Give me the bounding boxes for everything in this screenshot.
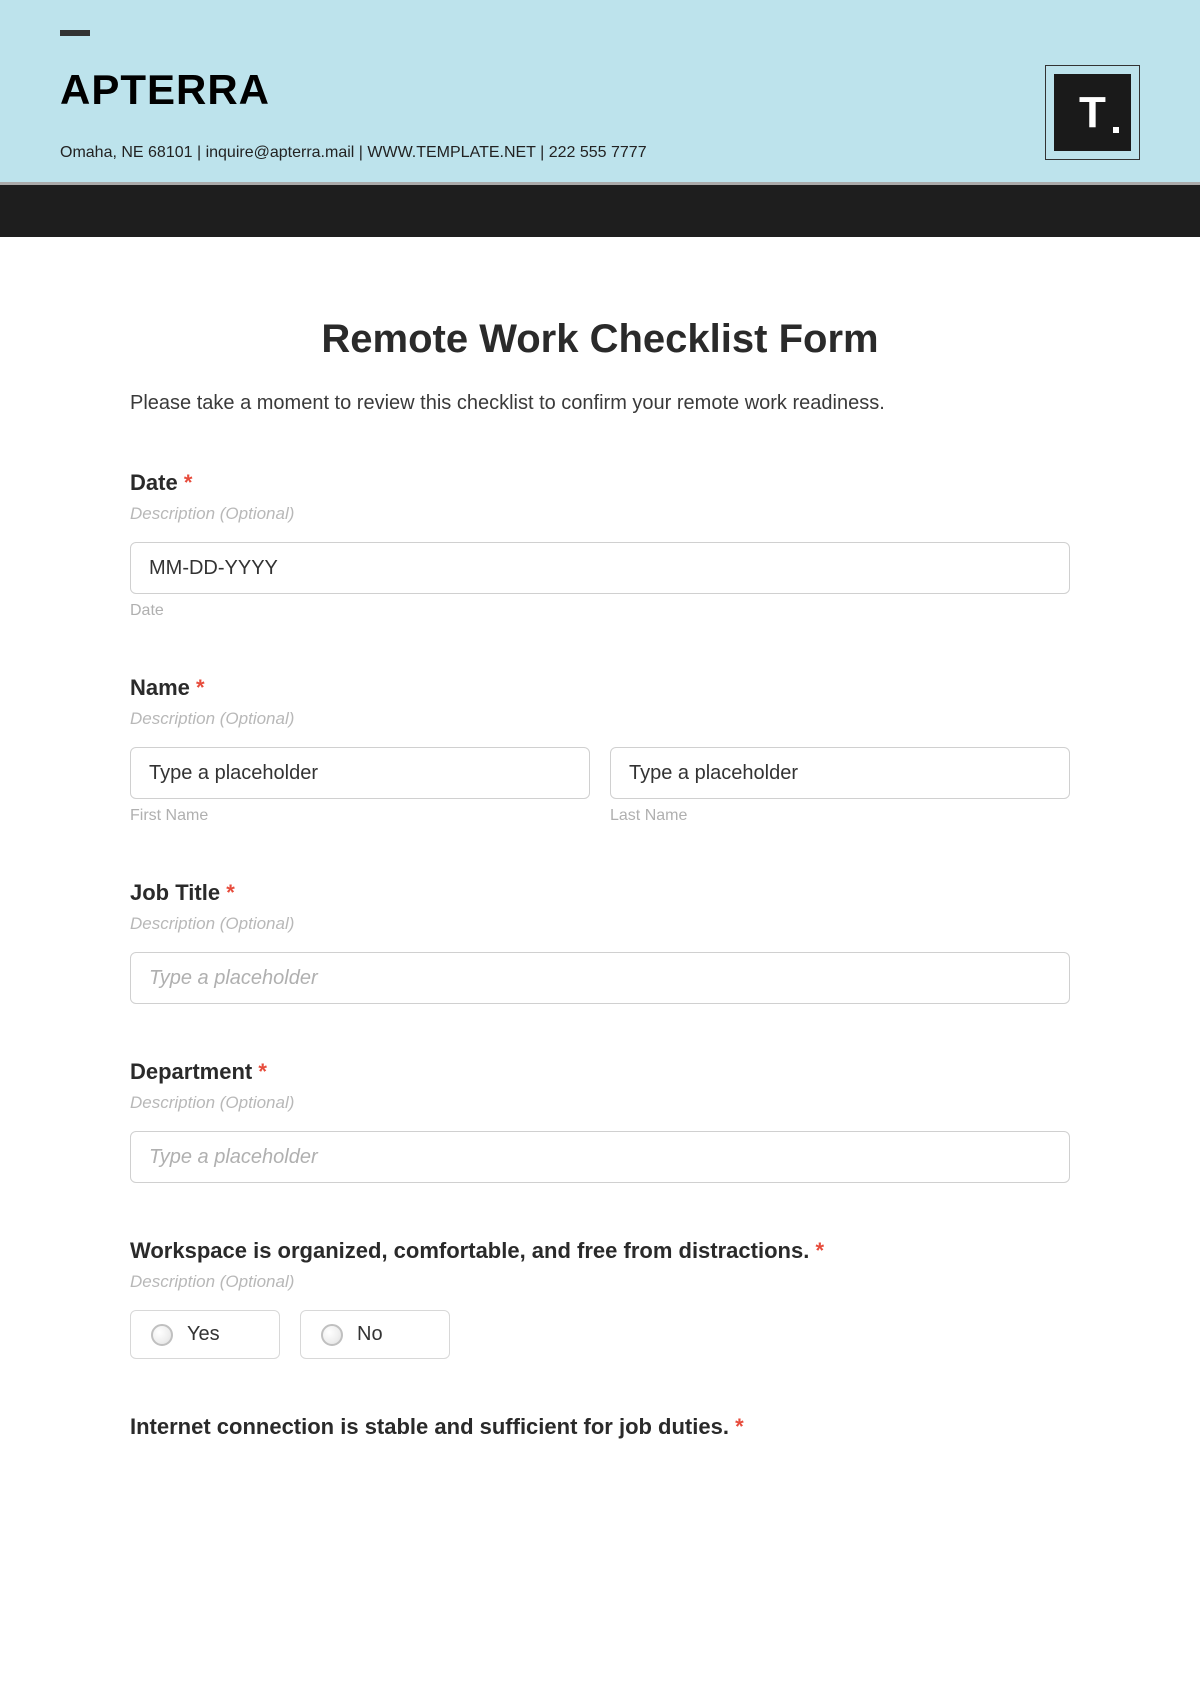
required-mark: * — [735, 1414, 744, 1439]
workspace-no-option[interactable]: No — [300, 1310, 450, 1359]
date-sublabel: Date — [130, 602, 1070, 620]
radio-icon — [321, 1324, 343, 1346]
name-row: First Name Last Name — [130, 747, 1070, 825]
form-container: Remote Work Checklist Form Please take a… — [0, 237, 1200, 1535]
header-accent-bar — [60, 30, 90, 36]
date-label: Date * — [130, 470, 1070, 496]
department-input[interactable] — [130, 1131, 1070, 1183]
radio-icon — [151, 1324, 173, 1346]
divider-bar — [0, 182, 1200, 237]
workspace-no-label: No — [357, 1323, 383, 1346]
form-title: Remote Work Checklist Form — [130, 317, 1070, 362]
workspace-subdesc: Description (Optional) — [130, 1272, 1070, 1292]
department-subdesc: Description (Optional) — [130, 1093, 1070, 1113]
workspace-yes-label: Yes — [187, 1323, 220, 1346]
jobtitle-label-text: Job Title — [130, 880, 220, 905]
field-workspace: Workspace is organized, comfortable, and… — [130, 1238, 1070, 1359]
workspace-label: Workspace is organized, comfortable, and… — [130, 1238, 1070, 1264]
field-date: Date * Description (Optional) Date — [130, 470, 1070, 620]
name-label-text: Name — [130, 675, 190, 700]
name-subdesc: Description (Optional) — [130, 709, 1070, 729]
department-label: Department * — [130, 1059, 1070, 1085]
last-name-col: Last Name — [610, 747, 1070, 825]
required-mark: * — [258, 1059, 267, 1084]
required-mark: * — [815, 1238, 824, 1263]
first-name-sublabel: First Name — [130, 807, 590, 825]
internet-label-text: Internet connection is stable and suffic… — [130, 1414, 729, 1439]
last-name-sublabel: Last Name — [610, 807, 1070, 825]
field-internet: Internet connection is stable and suffic… — [130, 1414, 1070, 1440]
date-label-text: Date — [130, 470, 178, 495]
jobtitle-label: Job Title * — [130, 880, 1070, 906]
jobtitle-subdesc: Description (Optional) — [130, 914, 1070, 934]
required-mark: * — [196, 675, 205, 700]
field-name: Name * Description (Optional) First Name… — [130, 675, 1070, 825]
field-department: Department * Description (Optional) — [130, 1059, 1070, 1183]
logo-box: T — [1045, 65, 1140, 160]
jobtitle-input[interactable] — [130, 952, 1070, 1004]
required-mark: * — [184, 470, 193, 495]
header: APTERRA Omaha, NE 68101 | inquire@apterr… — [0, 0, 1200, 182]
workspace-radio-row: Yes No — [130, 1310, 1070, 1359]
field-jobtitle: Job Title * Description (Optional) — [130, 880, 1070, 1004]
department-label-text: Department — [130, 1059, 252, 1084]
required-mark: * — [226, 880, 235, 905]
name-label: Name * — [130, 675, 1070, 701]
logo-icon: T — [1054, 74, 1131, 151]
first-name-input[interactable] — [130, 747, 590, 799]
workspace-yes-option[interactable]: Yes — [130, 1310, 280, 1359]
date-input[interactable] — [130, 542, 1070, 594]
date-subdesc: Description (Optional) — [130, 504, 1070, 524]
last-name-input[interactable] — [610, 747, 1070, 799]
internet-label: Internet connection is stable and suffic… — [130, 1414, 1070, 1440]
contact-line: Omaha, NE 68101 | inquire@apterra.mail |… — [60, 144, 1140, 162]
form-description: Please take a moment to review this chec… — [130, 392, 1070, 415]
workspace-label-text: Workspace is organized, comfortable, and… — [130, 1238, 809, 1263]
first-name-col: First Name — [130, 747, 590, 825]
brand-name: APTERRA — [60, 66, 1140, 114]
